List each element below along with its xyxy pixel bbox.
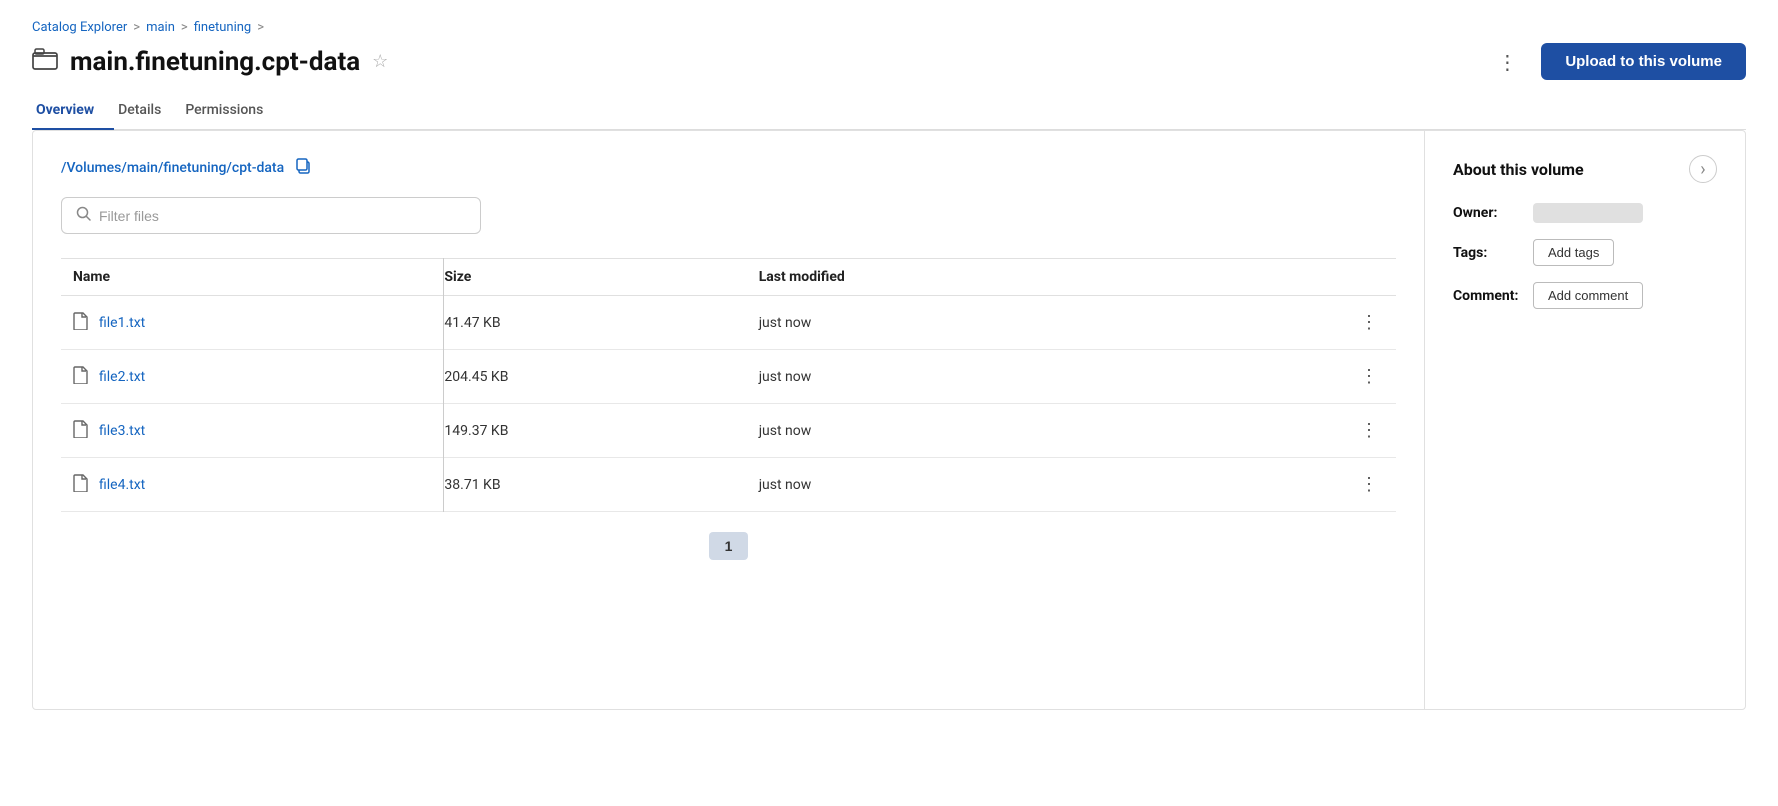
content-layout: /Volumes/main/finetuning/cpt-data: [32, 130, 1746, 710]
breadcrumb-catalog-explorer[interactable]: Catalog Explorer: [32, 20, 127, 35]
file-name-cell: file2.txt: [61, 350, 444, 404]
row-actions: ⋮: [1182, 350, 1396, 404]
add-comment-button[interactable]: Add comment: [1533, 282, 1643, 309]
tab-bar: Overview Details Permissions: [32, 92, 1746, 130]
file-icon: [73, 420, 89, 442]
about-header: About this volume ›: [1453, 155, 1717, 183]
file-name[interactable]: file1.txt: [99, 315, 145, 331]
file-size: 149.37 KB: [444, 404, 747, 458]
tags-row: Tags: Add tags: [1453, 239, 1717, 266]
row-more-button[interactable]: ⋮: [1354, 364, 1384, 389]
owner-row: Owner:: [1453, 203, 1717, 223]
file-table: Name Size Last modified: [61, 258, 1396, 512]
file-icon: [73, 366, 89, 388]
owner-value-placeholder: [1533, 203, 1643, 223]
tab-overview[interactable]: Overview: [32, 92, 114, 130]
tab-details[interactable]: Details: [114, 92, 181, 130]
file-name-cell: file1.txt: [61, 296, 444, 350]
add-tags-button[interactable]: Add tags: [1533, 239, 1614, 266]
table-row: file1.txt 41.47 KB just now ⋮: [61, 296, 1396, 350]
left-panel: /Volumes/main/finetuning/cpt-data: [33, 131, 1425, 709]
filter-input[interactable]: [99, 208, 466, 224]
col-name: Name: [61, 259, 444, 296]
row-actions: ⋮: [1182, 296, 1396, 350]
copy-icon[interactable]: [292, 155, 314, 181]
volume-path-row: /Volumes/main/finetuning/cpt-data: [61, 155, 1396, 181]
tab-permissions[interactable]: Permissions: [181, 92, 283, 130]
header-actions: ⋮ Upload to this volume: [1489, 43, 1746, 80]
file-size: 38.71 KB: [444, 458, 747, 512]
col-last-modified: Last modified: [747, 259, 1183, 296]
about-title: About this volume: [1453, 160, 1584, 179]
star-icon[interactable]: ☆: [372, 51, 388, 72]
file-last-modified: just now: [747, 296, 1183, 350]
volume-path[interactable]: /Volumes/main/finetuning/cpt-data: [61, 160, 284, 176]
title-area: main.finetuning.cpt-data ☆: [32, 47, 388, 77]
tags-label: Tags:: [1453, 245, 1523, 261]
file-name[interactable]: file3.txt: [99, 423, 145, 439]
right-panel: About this volume › Owner: Tags: Add tag…: [1425, 131, 1745, 709]
file-name-cell: file4.txt: [61, 458, 444, 512]
file-icon: [73, 474, 89, 496]
upload-button[interactable]: Upload to this volume: [1541, 43, 1746, 80]
search-icon: [76, 206, 91, 225]
row-actions: ⋮: [1182, 404, 1396, 458]
more-options-icon[interactable]: ⋮: [1489, 46, 1525, 78]
page-title: main.finetuning.cpt-data: [70, 47, 360, 77]
comment-label: Comment:: [1453, 288, 1523, 304]
table-row: file2.txt 204.45 KB just now ⋮: [61, 350, 1396, 404]
file-last-modified: just now: [747, 350, 1183, 404]
file-last-modified: just now: [747, 404, 1183, 458]
filter-input-wrapper: [61, 197, 481, 234]
breadcrumb-main[interactable]: main: [146, 20, 175, 35]
file-size: 41.47 KB: [444, 296, 747, 350]
filter-row: [61, 197, 1396, 234]
file-last-modified: just now: [747, 458, 1183, 512]
breadcrumb: Catalog Explorer > main > finetuning >: [32, 20, 1746, 35]
table-header-row: Name Size Last modified: [61, 259, 1396, 296]
table-row: file3.txt 149.37 KB just now ⋮: [61, 404, 1396, 458]
volume-icon: [32, 48, 58, 76]
file-size: 204.45 KB: [444, 350, 747, 404]
row-more-button[interactable]: ⋮: [1354, 472, 1384, 497]
file-name-cell: file3.txt: [61, 404, 444, 458]
breadcrumb-finetuning[interactable]: finetuning: [194, 20, 252, 35]
comment-row: Comment: Add comment: [1453, 282, 1717, 309]
page-header: main.finetuning.cpt-data ☆ ⋮ Upload to t…: [32, 43, 1746, 80]
file-icon: [73, 312, 89, 334]
row-more-button[interactable]: ⋮: [1354, 310, 1384, 335]
row-more-button[interactable]: ⋮: [1354, 418, 1384, 443]
page-1-button[interactable]: 1: [709, 532, 749, 560]
pagination-row: 1: [61, 532, 1396, 560]
table-row: file4.txt 38.71 KB just now ⋮: [61, 458, 1396, 512]
col-actions: [1182, 259, 1396, 296]
file-name[interactable]: file2.txt: [99, 369, 145, 385]
expand-icon[interactable]: ›: [1689, 155, 1717, 183]
col-size: Size: [444, 259, 747, 296]
row-actions: ⋮: [1182, 458, 1396, 512]
file-name[interactable]: file4.txt: [99, 477, 145, 493]
owner-label: Owner:: [1453, 205, 1523, 221]
